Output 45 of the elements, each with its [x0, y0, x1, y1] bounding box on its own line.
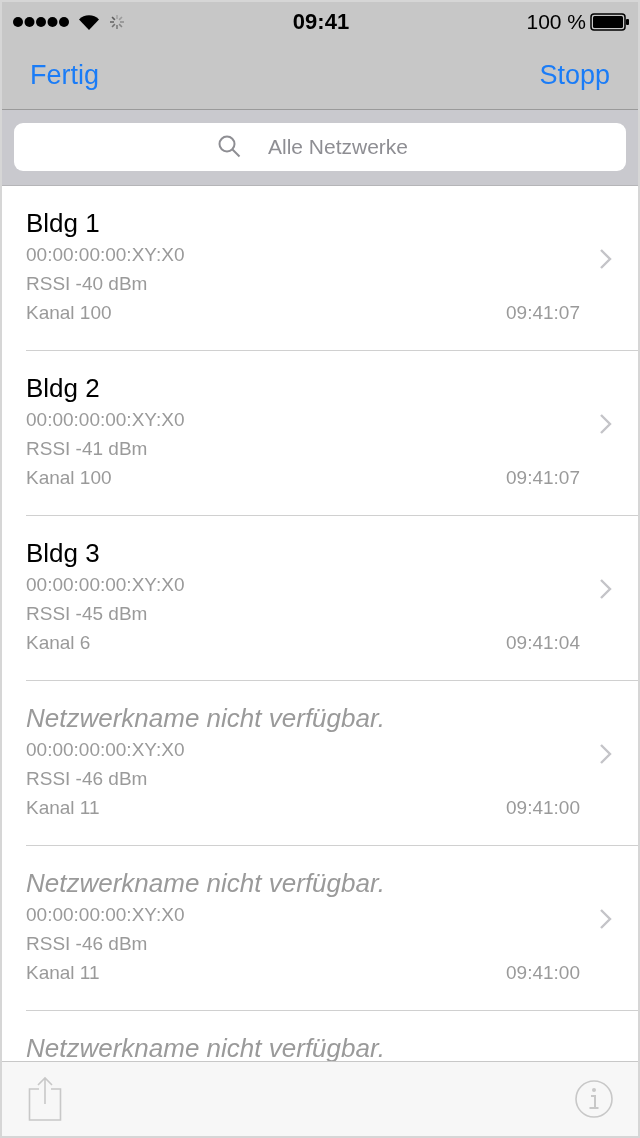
signal-icon	[12, 16, 70, 28]
done-button[interactable]: Fertig	[30, 60, 100, 91]
network-row[interactable]: Netzwerkname nicht verfügbar. 00:00:00:00:XY:X0 RSSI -46 dBm Kanal 11 09:41:00	[2, 681, 638, 845]
channel: Kanal 6	[26, 631, 91, 654]
channel: Kanal 100	[26, 466, 112, 489]
network-row[interactable]: Bldg 2 00:00:00:00:XY:X0 RSSI -41 dBm Kanal 100 09:41:07	[2, 351, 638, 515]
chevron-icon	[599, 908, 613, 930]
battery-percent: 100 %	[526, 10, 586, 34]
network-name: Bldg 1	[26, 207, 100, 240]
timestamp: 09:41:04	[506, 631, 580, 654]
spinner-icon	[108, 13, 126, 31]
signal-strength: RSSI -41 dBm	[26, 437, 148, 460]
channel: Kanal 100	[26, 301, 112, 324]
search-icon	[218, 135, 241, 158]
chevron-icon	[599, 578, 613, 600]
signal-strength: RSSI -46 dBm	[26, 767, 148, 790]
timestamp: 09:41:07	[506, 301, 580, 324]
search-field[interactable]: Alle Netzwerke	[14, 123, 626, 171]
timestamp: 09:41:07	[506, 466, 580, 489]
mac-address: 00:00:00:00:XY:X0	[26, 573, 185, 596]
stop-button[interactable]: Stopp	[539, 60, 610, 91]
mac-address: 00:00:00:00:XY:X0	[26, 243, 185, 266]
mac-address: 00:00:00:00:XY:X0	[26, 738, 185, 761]
status-time: 09:41	[292, 9, 350, 35]
network-row[interactable]: Netzwerkname nicht verfügbar. 00:00:00:00:XY:X0 RSSI -46 dBm Kanal 11 09:41:00	[2, 846, 638, 1010]
network-row[interactable]: Bldg 3 00:00:00:00:XY:X0 RSSI -45 dBm Kanal 6 09:41:04	[2, 516, 638, 680]
timestamp: 09:41:00	[506, 961, 580, 984]
network-name: Netzwerkname nicht verfügbar.	[26, 702, 385, 735]
channel: Kanal 11	[26, 796, 100, 819]
chevron-icon	[599, 248, 613, 270]
wifi-icon	[78, 13, 100, 31]
battery-icon	[590, 13, 630, 31]
signal-strength: RSSI -46 dBm	[26, 932, 148, 955]
chevron-icon	[599, 413, 613, 435]
mac-address: 00:00:00:00:XY:X0	[26, 408, 185, 431]
network-row[interactable]: Bldg 1 00:00:00:00:XY:X0 RSSI -40 dBm Kanal 100 09:41:07	[2, 186, 638, 350]
timestamp: 09:41:00	[506, 796, 580, 819]
signal-strength: RSSI -40 dBm	[26, 272, 148, 295]
network-name: Bldg 3	[26, 537, 100, 570]
network-name: Bldg 2	[26, 372, 100, 405]
signal-strength: RSSI -45 dBm	[26, 602, 148, 625]
chevron-icon	[599, 743, 613, 765]
channel: Kanal 11	[26, 961, 100, 984]
network-name: Netzwerkname nicht verfügbar.	[26, 867, 385, 900]
mac-address: 00:00:00:00:XY:X0	[26, 903, 185, 926]
